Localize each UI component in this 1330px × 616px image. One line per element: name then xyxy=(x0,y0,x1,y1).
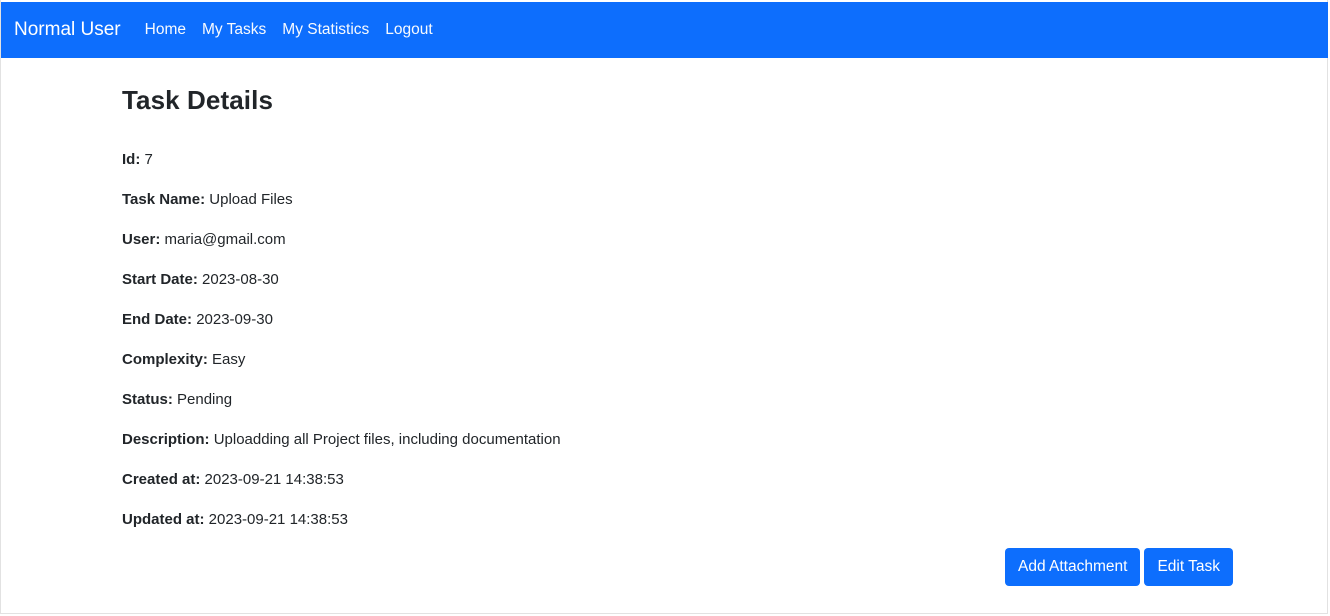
nav-link-home[interactable]: Home xyxy=(145,21,186,39)
page-title: Task Details xyxy=(122,85,274,115)
detail-label: Created at: xyxy=(122,471,201,488)
nav-link-my-tasks[interactable]: My Tasks xyxy=(202,21,266,39)
detail-value: 7 xyxy=(144,151,153,168)
detail-label: End Date: xyxy=(122,311,193,328)
top-navbar: Normal User Home My Tasks My Statistics … xyxy=(1,2,1328,58)
detail-label: Updated at: xyxy=(122,511,205,528)
task-actions: Add Attachment Edit Task xyxy=(1005,548,1234,586)
detail-row-created-at: Created at: 2023-09-21 14:38:53 xyxy=(122,468,561,508)
nav-links: Home My Tasks My Statistics Logout xyxy=(145,21,449,39)
detail-value: Upload Files xyxy=(209,191,293,208)
detail-label: Complexity: xyxy=(122,351,208,368)
detail-value: Uploadding all Project files, including … xyxy=(213,431,561,448)
detail-value: 2023-09-30 xyxy=(196,311,273,328)
navbar-brand[interactable]: Normal User xyxy=(14,19,121,41)
detail-row-start-date: Start Date: 2023-08-30 xyxy=(122,268,561,308)
detail-label: Status: xyxy=(122,391,173,408)
detail-row-id: Id: 7 xyxy=(122,148,561,188)
detail-value: Easy xyxy=(212,351,246,368)
task-details-list: Id: 7 Task Name: Upload Files User: mari… xyxy=(122,148,561,548)
detail-value: Pending xyxy=(177,391,233,408)
detail-value: 2023-08-30 xyxy=(202,271,279,288)
detail-label: Task Name: xyxy=(122,191,206,208)
nav-link-logout[interactable]: Logout xyxy=(385,21,432,39)
detail-label: Start Date: xyxy=(122,271,198,288)
detail-row-user: User: maria@gmail.com xyxy=(122,228,561,268)
nav-link-my-statistics[interactable]: My Statistics xyxy=(282,21,369,39)
main-content: Task Details Id: 7 Task Name: Upload Fil… xyxy=(122,82,1238,528)
detail-row-updated-at: Updated at: 2023-09-21 14:38:53 xyxy=(122,508,561,548)
add-attachment-button[interactable]: Add Attachment xyxy=(1005,548,1141,586)
detail-row-status: Status: Pending xyxy=(122,388,561,428)
detail-label: User: xyxy=(122,231,161,248)
detail-label: Id: xyxy=(122,151,141,168)
detail-value: 2023-09-21 14:38:53 xyxy=(208,511,348,528)
detail-label: Description: xyxy=(122,431,210,448)
detail-row-task-name: Task Name: Upload Files xyxy=(122,188,561,228)
detail-row-end-date: End Date: 2023-09-30 xyxy=(122,308,561,348)
edit-task-button[interactable]: Edit Task xyxy=(1144,548,1234,586)
detail-row-complexity: Complexity: Easy xyxy=(122,348,561,388)
detail-value: 2023-09-21 14:38:53 xyxy=(204,471,344,488)
detail-value: maria@gmail.com xyxy=(164,231,286,248)
detail-row-description: Description: Uploadding all Project file… xyxy=(122,428,561,468)
